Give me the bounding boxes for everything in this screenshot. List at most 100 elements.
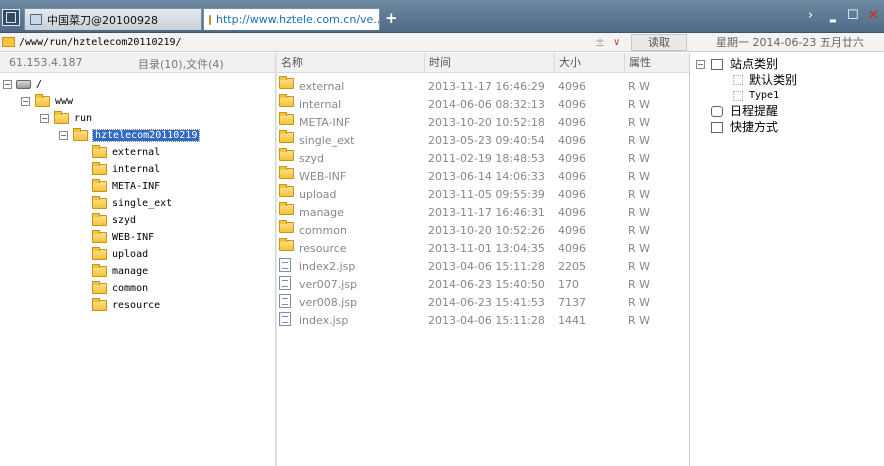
folder-icon: [92, 264, 107, 277]
tree-node-label: /: [36, 79, 43, 90]
folder-icon: [2, 37, 15, 47]
tree-node-child[interactable]: szyd: [92, 212, 136, 229]
file-attr: R W: [628, 260, 651, 273]
file-time: 2013-04-06 15:11:28: [428, 314, 545, 327]
chevron-right-icon[interactable]: ›: [808, 8, 813, 23]
tree-node-shortcut[interactable]: 快捷方式: [730, 119, 778, 135]
file-row[interactable]: single_ext 2013-05-23 09:40:54 4096 R W: [277, 130, 689, 150]
tree-node-child[interactable]: WEB-INF: [92, 229, 154, 246]
file-row[interactable]: ver007.jsp 2014-06-23 15:40:50 170 R W: [277, 276, 689, 294]
new-tab-button[interactable]: +: [385, 11, 398, 26]
app-menu-button[interactable]: [2, 9, 20, 26]
tree-node-child[interactable]: internal: [92, 161, 160, 178]
read-button[interactable]: 读取: [631, 34, 687, 51]
tree-node-child[interactable]: common: [92, 280, 148, 297]
file-icon: [279, 312, 291, 326]
folder-icon: [54, 111, 69, 124]
tree-node-child[interactable]: single_ext: [92, 195, 172, 212]
collapse-toggle[interactable]: −: [696, 60, 705, 69]
file-time: 2013-06-14 14:06:33: [428, 170, 545, 183]
file-row[interactable]: manage 2013-11-17 16:46:31 4096 R W: [277, 202, 689, 222]
file-name: resource: [299, 242, 347, 255]
file-size: 4096: [558, 134, 586, 147]
tree-node-site-category[interactable]: 站点类别: [730, 56, 778, 72]
file-row[interactable]: resource 2013-11-01 13:04:35 4096 R W: [277, 238, 689, 258]
tree-node-schedule[interactable]: 日程提醒: [730, 103, 778, 119]
file-name: ver008.jsp: [299, 296, 358, 309]
tree-node-root[interactable]: /: [16, 76, 42, 93]
file-size: 4096: [558, 224, 586, 237]
file-list-pane: 名称 时间 大小 属性 external 2013-11-17 16:46:29 4…: [277, 53, 689, 466]
file-time: 2014-06-06 08:32:13: [428, 98, 545, 111]
tree-node-label: hztelecom20110219: [91, 129, 201, 142]
tree-node-child[interactable]: META-INF: [92, 178, 160, 195]
file-size: 4096: [558, 242, 586, 255]
tree-node-hztelecom[interactable]: hztelecom20110219: [73, 127, 201, 144]
file-row[interactable]: index2.jsp 2013-04-06 15:11:28 2205 R W: [277, 258, 689, 276]
file-size: 4096: [558, 116, 586, 129]
tree-node-label: internal: [112, 164, 161, 175]
tree-node-label: upload: [112, 249, 149, 260]
folder-icon: [279, 94, 294, 107]
file-row[interactable]: ver008.jsp 2014-06-23 15:41:53 7137 R W: [277, 294, 689, 312]
tree-node-www[interactable]: www: [35, 93, 73, 110]
file-row[interactable]: external 2013-11-17 16:46:29 4096 R W: [277, 76, 689, 96]
folder-icon: [92, 213, 107, 226]
column-header-time[interactable]: 时间: [425, 53, 555, 73]
file-row[interactable]: internal 2014-06-06 08:32:13 4096 R W: [277, 94, 689, 114]
file-attr: R W: [628, 80, 651, 93]
tab-label: http://www.hztele.com.cn/ve...: [216, 13, 380, 26]
file-name: szyd: [299, 152, 324, 165]
folder-icon: [92, 230, 107, 243]
file-name: WEB-INF: [299, 170, 347, 183]
column-header-size[interactable]: 大小: [555, 53, 625, 73]
tree-node-type1[interactable]: Type1: [749, 88, 779, 104]
tree-node-label: external: [112, 147, 161, 158]
tree-node-label: single_ext: [112, 198, 173, 209]
collapse-toggle[interactable]: −: [40, 114, 49, 123]
file-size: 7137: [558, 296, 586, 309]
file-row[interactable]: index.jsp 2013-04-06 15:11:28 1441 R W: [277, 312, 689, 330]
file-name: external: [299, 80, 345, 93]
collapse-toggle[interactable]: −: [59, 131, 68, 140]
folder-icon: [92, 145, 107, 158]
maximize-icon[interactable]: ☐: [847, 8, 859, 23]
folder-icon: [279, 76, 294, 89]
folder-icon: [279, 130, 294, 143]
collapse-toggle[interactable]: −: [21, 97, 30, 106]
file-attr: R W: [628, 242, 651, 255]
file-row[interactable]: upload 2013-11-05 09:55:39 4096 R W: [277, 184, 689, 204]
file-attr: R W: [628, 188, 651, 201]
folder-icon: [35, 94, 50, 107]
file-attr: R W: [628, 152, 651, 165]
tree-node-child[interactable]: resource: [92, 297, 160, 314]
file-row[interactable]: WEB-INF 2013-06-14 14:06:33 4096 R W: [277, 166, 689, 186]
folder-icon: [279, 166, 294, 179]
file-row[interactable]: common 2013-10-20 10:52:26 4096 R W: [277, 220, 689, 240]
collapse-toggle[interactable]: −: [3, 80, 12, 89]
window-icon: [30, 14, 42, 25]
file-row[interactable]: szyd 2011-02-19 18:48:53 4096 R W: [277, 148, 689, 168]
close-icon[interactable]: ✕: [868, 8, 879, 23]
tab-chopper-home[interactable]: 中国菜刀@20100928: [24, 8, 202, 30]
tree-node-default-category[interactable]: 默认类别: [749, 72, 797, 88]
tab-file-manager[interactable]: http://www.hztele.com.cn/ve...: [203, 8, 380, 30]
minimize-icon[interactable]: ▬: [829, 13, 837, 28]
column-header-name[interactable]: 名称: [277, 53, 425, 73]
tree-node-label: WEB-INF: [112, 232, 155, 243]
plus-minus-icon[interactable]: ±: [595, 34, 605, 51]
file-row[interactable]: META-INF 2013-10-20 10:52:18 4096 R W: [277, 112, 689, 132]
tree-node-child[interactable]: upload: [92, 246, 148, 263]
file-attr: R W: [628, 170, 651, 183]
folder-icon: [92, 179, 107, 192]
path-input[interactable]: [19, 34, 627, 51]
chevron-down-icon[interactable]: ∨: [613, 34, 620, 51]
tree-node-label: manage: [112, 266, 149, 277]
tree-node-child[interactable]: manage: [92, 263, 148, 280]
column-header-attr[interactable]: 属性: [625, 53, 689, 73]
folder-icon: [279, 202, 294, 215]
tree-node-child[interactable]: external: [92, 144, 160, 161]
left-pane-header: 61.153.4.187 目录(10),文件(4): [0, 53, 275, 73]
tree-node-run[interactable]: run: [54, 110, 92, 127]
file-attr: R W: [628, 296, 651, 309]
